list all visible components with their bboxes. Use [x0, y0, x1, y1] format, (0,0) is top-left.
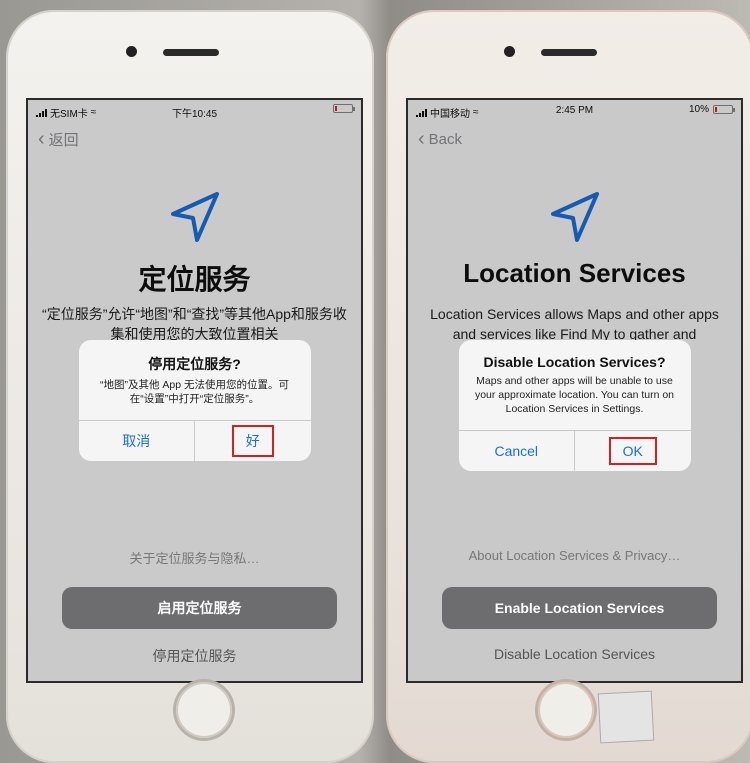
alert-title: Disable Location Services?	[483, 354, 666, 370]
disable-alert: 停用定位服务? “地图”及其他 App 无法使用您的位置。可在“设置”中打开“定…	[78, 340, 311, 461]
enable-location-button[interactable]: Enable Location Services	[442, 587, 717, 629]
front-camera	[504, 46, 515, 57]
alert-cancel-label: Cancel	[494, 443, 539, 459]
alert-ok-label: OK	[608, 437, 657, 465]
phone-right: 中国移动 ≈ 2:45 PM 10% ‹ Back Location Servi…	[386, 10, 750, 763]
alert-cancel-button[interactable]: 取消	[79, 421, 195, 461]
alert-ok-button[interactable]: 好	[194, 421, 311, 461]
screen-left: 无SIM卡 ≈ 下午10:45 ‹ 返回 定位服务 “定位服务”允许“地图”和“…	[26, 98, 363, 683]
about-privacy-link[interactable]: 关于定位服务与隐私…	[28, 548, 361, 567]
enable-location-button[interactable]: 启用定位服务	[62, 587, 337, 629]
alert-title: 停用定位服务?	[148, 356, 241, 372]
earpiece-speaker	[541, 49, 597, 56]
screen-right: 中国移动 ≈ 2:45 PM 10% ‹ Back Location Servi…	[406, 98, 743, 683]
alert-ok-button[interactable]: OK	[574, 431, 691, 471]
disable-location-button[interactable]: 停用定位服务	[28, 646, 361, 666]
earpiece-speaker	[163, 49, 219, 56]
alert-message: Maps and other apps will be unable to us…	[474, 375, 675, 415]
about-privacy-link[interactable]: About Location Services & Privacy…	[408, 548, 741, 563]
alert-cancel-label: 取消	[122, 433, 151, 449]
home-button[interactable]	[176, 682, 232, 738]
disable-location-button[interactable]: Disable Location Services	[408, 646, 741, 662]
alert-message: “地图”及其他 App 无法使用您的位置。可在“设置”中打开“定位服务”。	[99, 379, 289, 405]
home-button[interactable]	[538, 682, 594, 738]
tape-sticker	[597, 690, 655, 744]
front-camera	[126, 46, 137, 57]
disable-alert: Disable Location Services? Maps and othe…	[458, 340, 691, 471]
alert-cancel-button[interactable]: Cancel	[459, 431, 575, 471]
alert-ok-label: 好	[231, 425, 274, 457]
phone-left: 无SIM卡 ≈ 下午10:45 ‹ 返回 定位服务 “定位服务”允许“地图”和“…	[6, 10, 374, 763]
